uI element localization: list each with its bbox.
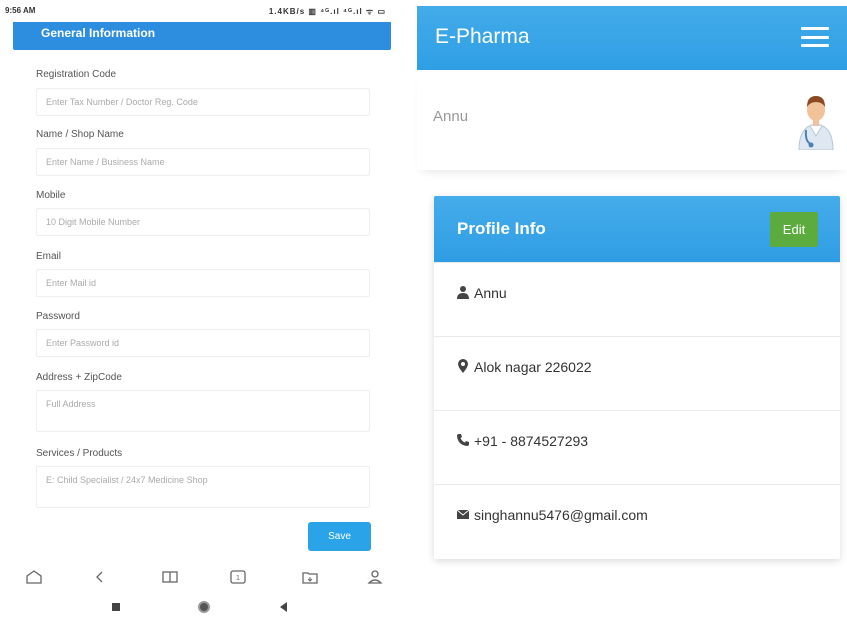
save-button[interactable]: Save (308, 522, 371, 551)
svg-text:1: 1 (236, 575, 240, 582)
profile-info-header: Profile Info Edit (434, 196, 840, 262)
profile-screen: E-Pharma Annu Profile Info Edit Annu Alo… (417, 0, 847, 619)
profile-address: Alok nagar 226022 (474, 359, 592, 375)
status-time: 9:56 AM (5, 6, 36, 15)
info-row-address: Alok nagar 226022 (434, 336, 840, 410)
services-label: Services / Products (36, 448, 123, 459)
profile-info-card: Profile Info Edit Annu Alok nagar 226022… (434, 196, 840, 559)
address-label: Address + ZipCode (36, 372, 122, 383)
back-icon[interactable] (90, 568, 110, 586)
info-row-phone: +91 - 8874527293 (434, 410, 840, 484)
info-row-email: singhannu5476@gmail.com (434, 484, 840, 558)
profile-name: Annu (474, 285, 507, 301)
services-input[interactable]: E: Child Specialist / 24x7 Medicine Shop (36, 466, 370, 508)
back-triangle-icon[interactable] (280, 602, 287, 612)
email-input[interactable]: Enter Mail id (36, 269, 370, 297)
email-label: Email (36, 251, 62, 262)
app-title: E-Pharma (435, 25, 530, 48)
edit-button[interactable]: Edit (770, 212, 818, 247)
user-icon (457, 286, 469, 299)
name-label: Name / Shop Name (36, 129, 124, 140)
registration-code-label: Registration Code (36, 69, 117, 80)
card-title: Profile Info (457, 219, 546, 238)
tab-icon[interactable]: 1 (228, 568, 248, 586)
book-icon[interactable] (160, 568, 180, 586)
app-bar: E-Pharma (417, 6, 847, 70)
phone-icon (457, 434, 469, 446)
general-information-header: General Information (13, 22, 391, 50)
registration-code-input[interactable]: Enter Tax Number / Doctor Reg. Code (36, 88, 370, 116)
doctor-avatar-icon (798, 96, 834, 150)
mobile-input[interactable]: 10 Digit Mobile Number (36, 208, 370, 236)
registration-screen: 9:56 AM 1.4KB/s ▥ ⁴ᴳ.ıl ⁴ᴳ.ıl ᯤ ▭ Genera… (0, 0, 400, 619)
home-circle-icon[interactable] (198, 601, 210, 613)
recents-icon[interactable] (112, 603, 120, 611)
status-indicators: 1.4KB/s ▥ ⁴ᴳ.ıl ⁴ᴳ.ıl ᯤ ▭ (268, 7, 386, 16)
android-navigation-bar (0, 596, 400, 619)
browser-toolbar: 1 (0, 560, 400, 594)
mobile-label: Mobile (36, 190, 66, 201)
status-bar: 9:56 AM 1.4KB/s ▥ ⁴ᴳ.ıl ⁴ᴳ.ıl ᯤ ▭ (0, 0, 400, 20)
user-header: Annu (417, 70, 847, 170)
password-input[interactable]: Enter Password id (36, 329, 370, 357)
user-name: Annu (433, 108, 469, 125)
address-input[interactable]: Full Address (36, 390, 370, 432)
profile-icon[interactable] (365, 568, 385, 586)
folder-icon[interactable] (300, 568, 320, 586)
hamburger-menu-icon[interactable] (801, 24, 829, 50)
name-input[interactable]: Enter Name / Business Name (36, 148, 370, 176)
map-marker-icon (458, 359, 468, 373)
info-row-name: Annu (434, 262, 840, 336)
password-label: Password (36, 311, 80, 322)
envelope-icon (456, 509, 470, 519)
profile-phone: +91 - 8874527293 (474, 433, 589, 449)
home-icon[interactable] (24, 568, 44, 586)
profile-email: singhannu5476@gmail.com (474, 507, 648, 523)
